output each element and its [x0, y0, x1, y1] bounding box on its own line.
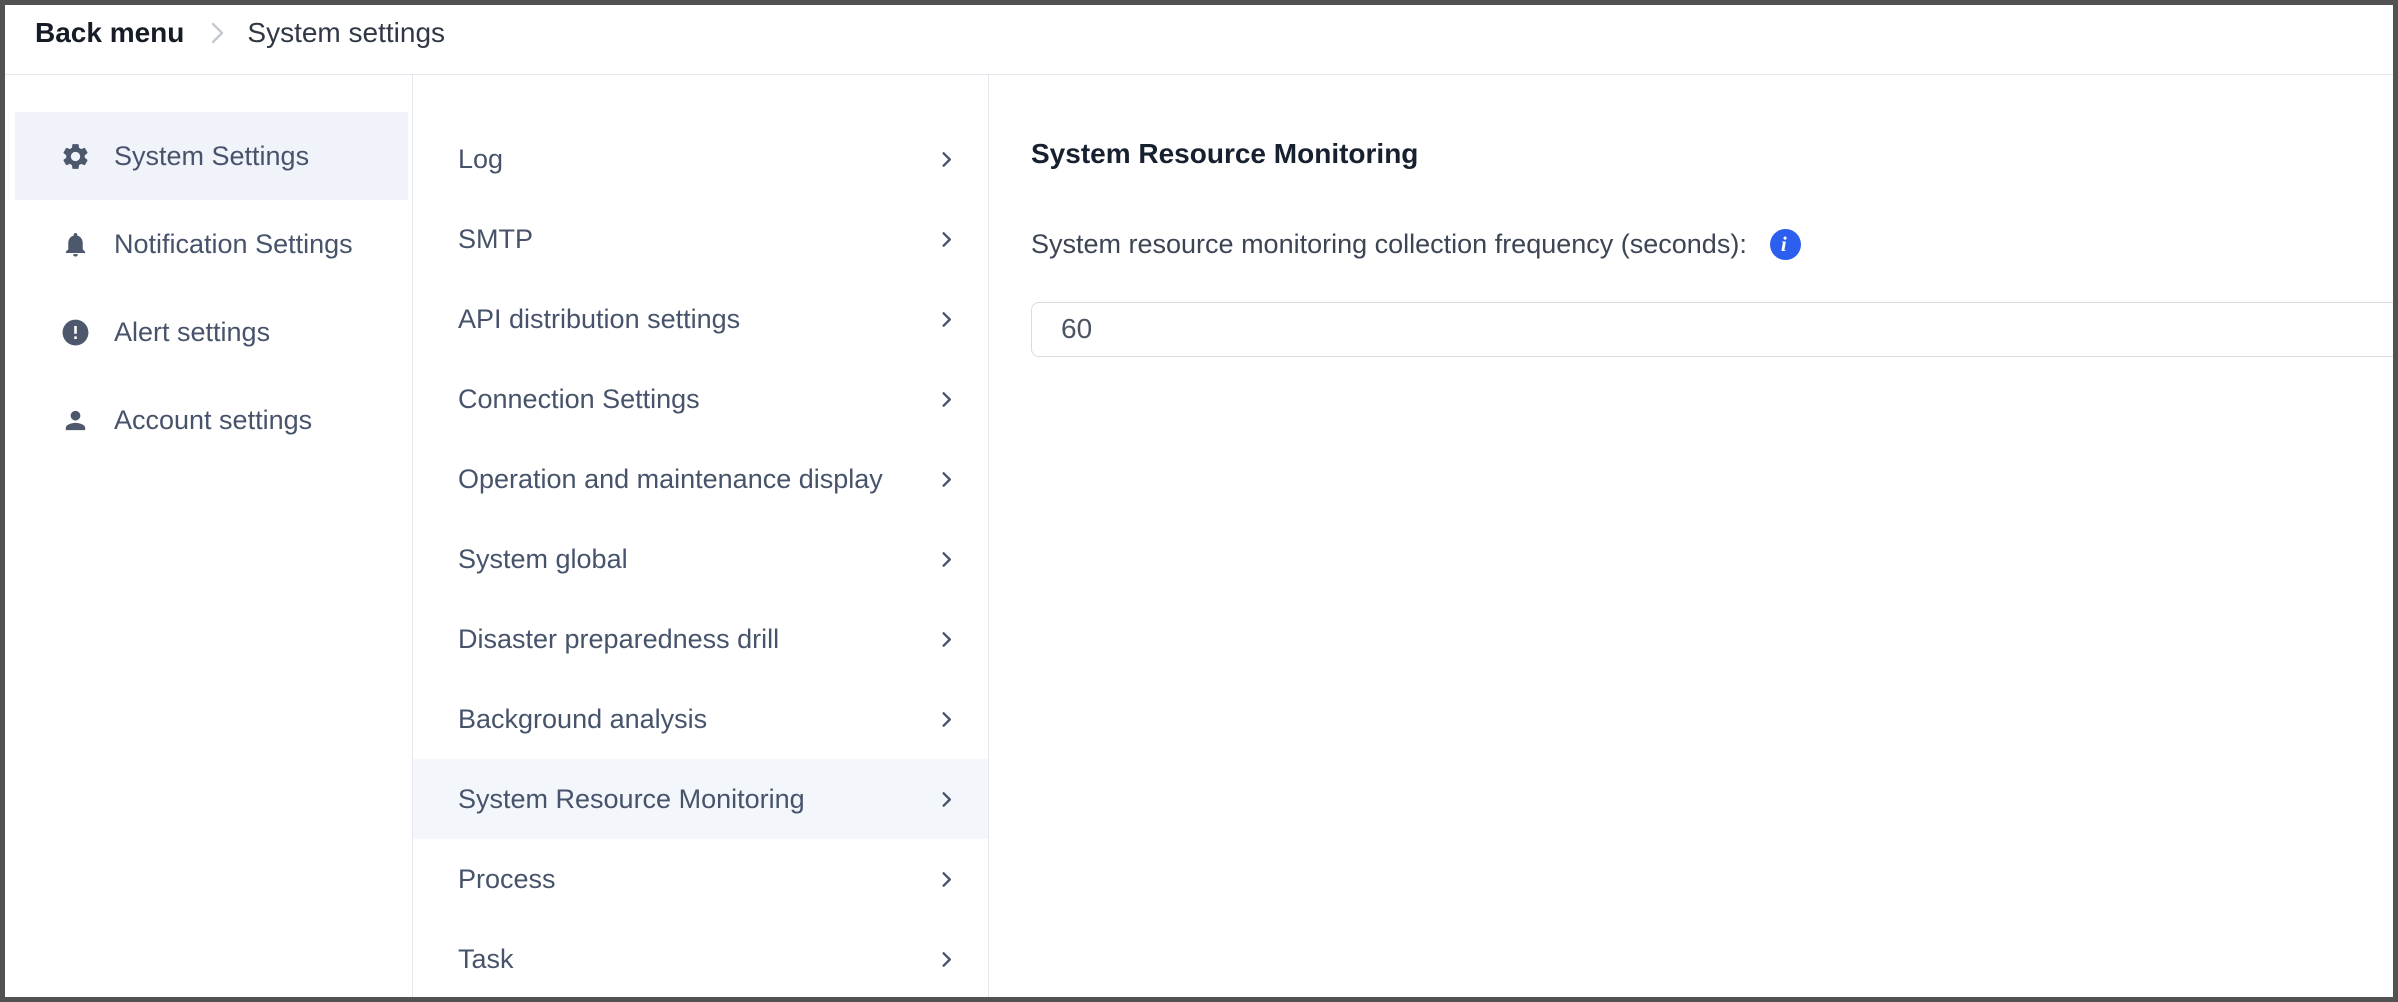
menu-item-label: SMTP	[458, 224, 533, 255]
main-columns: System Settings Notification Settings Aler…	[5, 75, 2393, 997]
sidebar-item-label: System Settings	[114, 141, 309, 172]
chevron-right-icon	[935, 228, 958, 251]
window-frame: Back menu System settings System Setting…	[0, 0, 2398, 1002]
menu-item-disaster-preparedness-drill[interactable]: Disaster preparedness drill	[413, 599, 988, 679]
sidebar-item-label: Account settings	[114, 405, 312, 436]
menu-item-process[interactable]: Process	[413, 839, 988, 919]
gear-icon	[59, 140, 91, 172]
menu-item-log[interactable]: Log	[413, 119, 988, 199]
user-icon	[59, 404, 91, 436]
menu-item-label: Disaster preparedness drill	[458, 624, 779, 655]
menu-item-smtp[interactable]: SMTP	[413, 199, 988, 279]
sidebar-item-label: Notification Settings	[114, 229, 353, 260]
chevron-right-icon	[210, 20, 225, 46]
sidebar-item-label: Alert settings	[114, 317, 270, 348]
sidebar: System Settings Notification Settings Aler…	[5, 75, 413, 997]
chevron-right-icon	[935, 548, 958, 571]
menu-item-label: System Resource Monitoring	[458, 784, 805, 815]
menu-item-label: Task	[458, 944, 514, 975]
chevron-right-icon	[935, 148, 958, 171]
alert-circle-icon	[59, 316, 91, 348]
frequency-input[interactable]	[1031, 302, 2393, 357]
page-title: System Resource Monitoring	[1031, 139, 2393, 169]
sidebar-item-notification-settings[interactable]: Notification Settings	[15, 200, 408, 288]
info-icon[interactable]: i	[1770, 229, 1801, 260]
chevron-right-icon	[935, 388, 958, 411]
content-panel: System Resource Monitoring System resour…	[989, 75, 2393, 997]
menu-item-label: Process	[458, 864, 556, 895]
menu-item-label: Operation and maintenance display	[458, 464, 883, 495]
chevron-right-icon	[935, 948, 958, 971]
chevron-right-icon	[935, 628, 958, 651]
field-label: System resource monitoring collection fr…	[1031, 229, 1747, 260]
chevron-right-icon	[935, 788, 958, 811]
field-label-row: System resource monitoring collection fr…	[1031, 229, 2393, 260]
menu-item-system-global[interactable]: System global	[413, 519, 988, 599]
menu-item-label: System global	[458, 544, 628, 575]
sidebar-item-account-settings[interactable]: Account settings	[15, 376, 408, 464]
breadcrumb-current: System settings	[247, 17, 445, 49]
settings-menu: Log SMTP API distribution settings Connecti…	[413, 75, 989, 997]
menu-item-label: Connection Settings	[458, 384, 700, 415]
chevron-right-icon	[935, 868, 958, 891]
sidebar-item-system-settings[interactable]: System Settings	[15, 112, 408, 200]
chevron-right-icon	[935, 308, 958, 331]
chevron-right-icon	[935, 468, 958, 491]
topbar: Back menu System settings	[5, 5, 2393, 75]
menu-item-label: Background analysis	[458, 704, 707, 735]
bell-icon	[59, 228, 91, 260]
menu-item-system-resource-monitoring[interactable]: System Resource Monitoring	[413, 759, 988, 839]
chevron-right-icon	[935, 708, 958, 731]
breadcrumb-back-link[interactable]: Back menu	[35, 17, 184, 49]
menu-item-operation-and-maintenance-display[interactable]: Operation and maintenance display	[413, 439, 988, 519]
sidebar-item-alert-settings[interactable]: Alert settings	[15, 288, 408, 376]
menu-item-label: API distribution settings	[458, 304, 740, 335]
menu-item-label: Log	[458, 144, 503, 175]
menu-item-connection-settings[interactable]: Connection Settings	[413, 359, 988, 439]
menu-item-background-analysis[interactable]: Background analysis	[413, 679, 988, 759]
menu-item-task[interactable]: Task	[413, 919, 988, 999]
menu-item-api-distribution-settings[interactable]: API distribution settings	[413, 279, 988, 359]
